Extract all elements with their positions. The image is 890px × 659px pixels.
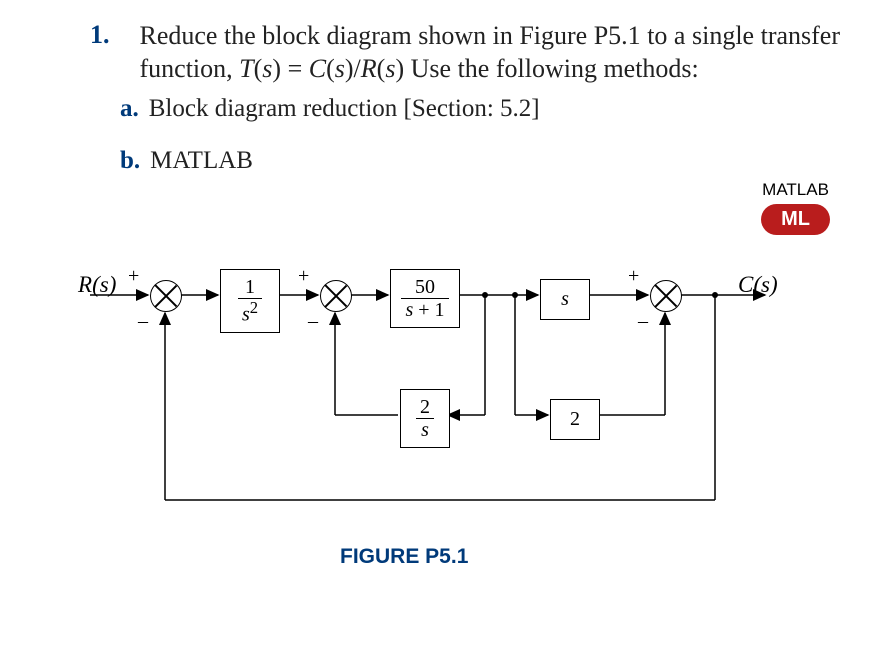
block-h1: 2 s [400, 389, 450, 448]
item-letter-a: a. [120, 95, 139, 123]
problem-formula: T [239, 54, 253, 83]
sub-item-b: b. MATLAB [120, 147, 840, 175]
block-g1-den: s2 [238, 299, 262, 326]
sum1-minus: – [138, 310, 148, 333]
problem-statement: Reduce the block diagram shown in Figure… [140, 20, 841, 85]
block-g2-den: s + 1 [401, 299, 448, 321]
sum3-plus: + [628, 265, 639, 288]
item-text-b: MATLAB [150, 147, 253, 175]
figure-caption: FIGURE P5.1 [340, 545, 468, 569]
item-letter-b: b. [120, 147, 140, 175]
block-diagram: R(s) + – 1 s2 + – 50 s + 1 s + – C(s) 2 … [20, 255, 770, 575]
sum2-plus: + [298, 265, 309, 288]
block-g2: 50 s + 1 [390, 269, 460, 328]
input-label: R(s) [78, 272, 116, 298]
matlab-badge-group: MATLAB ML [761, 180, 830, 235]
block-h1-num: 2 [416, 396, 434, 419]
summing-junction-2 [320, 280, 352, 312]
block-g1: 1 s2 [220, 269, 280, 333]
block-g2-num: 50 [401, 276, 448, 299]
block-g1-num: 1 [238, 276, 262, 299]
block-h2: 2 [550, 399, 600, 440]
sum1-plus: + [128, 265, 139, 288]
matlab-badge: ML [761, 204, 830, 235]
problem-line3: Use the following methods: [404, 54, 699, 83]
sum2-minus: – [308, 310, 318, 333]
problem-line1: Reduce the block diagram shown in Figure… [140, 21, 686, 50]
problem-number: 1. [90, 20, 110, 50]
item-text-a: Block diagram reduction [Section: 5.2] [149, 95, 540, 123]
block-g3: s [540, 279, 590, 320]
sub-item-a: a. Block diagram reduction [Section: 5.2… [120, 95, 840, 123]
matlab-label: MATLAB [761, 180, 830, 200]
summing-junction-3 [650, 280, 682, 312]
output-label: C(s) [738, 272, 778, 298]
summing-junction-1 [150, 280, 182, 312]
sum3-minus: – [638, 310, 648, 333]
block-h1-den: s [416, 419, 434, 441]
